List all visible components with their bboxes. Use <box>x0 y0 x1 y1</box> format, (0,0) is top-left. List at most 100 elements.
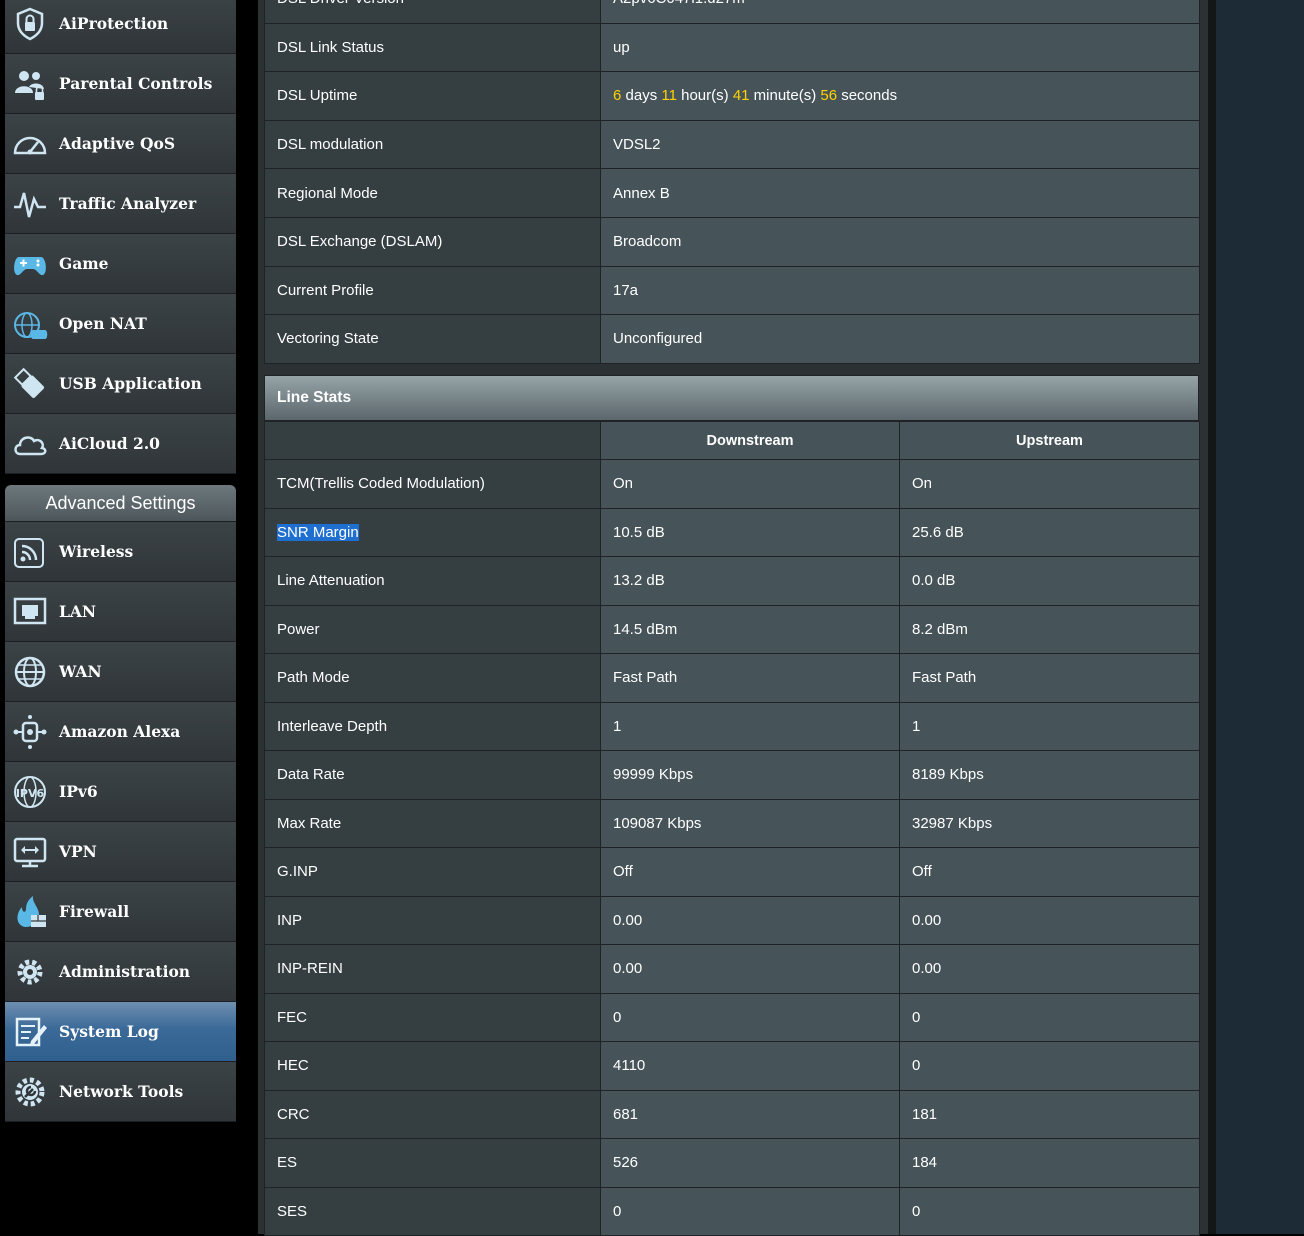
menu-item-wireless[interactable]: Wireless <box>5 522 236 582</box>
menu-label: USB Application <box>59 374 202 393</box>
upstream-value: Off <box>899 847 1200 897</box>
row-label: Vectoring State <box>264 314 601 364</box>
table-row: DSL Uptime 6 days 11 hour(s) 41 minute(s… <box>264 71 1200 121</box>
column-header-upstream: Upstream <box>899 421 1200 460</box>
menu-item-system-log[interactable]: System Log <box>5 1002 236 1062</box>
menu-item-adaptive-qos[interactable]: Adaptive QoS <box>5 114 236 174</box>
table-row: Max Rate 109087 Kbps 32987 Kbps <box>264 798 1200 848</box>
row-label: FEC <box>264 992 601 1042</box>
uptime-minutes-unit: minute(s) <box>753 87 817 105</box>
panel-border <box>1208 0 1216 1234</box>
alexa-icon <box>11 713 49 751</box>
menu-label: AiCloud 2.0 <box>59 434 160 453</box>
menu-label: VPN <box>59 842 97 861</box>
downstream-value: Off <box>600 847 900 897</box>
menu-label: Firewall <box>59 902 130 921</box>
log-icon <box>11 1013 49 1051</box>
tools-icon <box>11 1073 49 1111</box>
menu-label: Parental Controls <box>59 74 213 93</box>
usb-icon <box>11 365 49 403</box>
row-label: SNR Margin <box>277 523 359 541</box>
table-row: TCM(Trellis Coded Modulation) On On <box>264 459 1200 509</box>
row-label: DSL Driver Version <box>264 0 601 24</box>
line-stats-table: Downstream Upstream TCM(Trellis Coded Mo… <box>264 421 1200 1236</box>
menu-label: Game <box>59 254 109 273</box>
menu-label: Network Tools <box>59 1082 184 1101</box>
upstream-value: 1 <box>899 701 1200 751</box>
menu-label: Traffic Analyzer <box>59 194 197 213</box>
menu-item-administration[interactable]: Administration <box>5 942 236 1002</box>
firewall-icon <box>11 893 49 931</box>
upstream-value: 0.00 <box>899 895 1200 945</box>
gamepad-icon <box>11 245 49 283</box>
gear-icon <box>11 953 49 991</box>
table-row: Regional Mode Annex B <box>264 168 1200 218</box>
upstream-value: 181 <box>899 1089 1200 1139</box>
menu-label: Wireless <box>59 542 134 561</box>
row-label: INP-REIN <box>264 944 601 994</box>
downstream-value: 0 <box>600 992 900 1042</box>
menu-item-amazon-alexa[interactable]: Amazon Alexa <box>5 702 236 762</box>
menu-item-game[interactable]: Game <box>5 234 236 294</box>
menu-label: System Log <box>59 1022 159 1041</box>
row-label: ES <box>264 1138 601 1188</box>
row-value: Annex B <box>600 168 1200 218</box>
table-row: DSL Exchange (DSLAM) Broadcom <box>264 216 1200 267</box>
table-row: DSL modulation VDSL2 <box>264 119 1200 170</box>
menu-item-usb-application[interactable]: USB Application <box>5 354 236 414</box>
menu-label: LAN <box>59 602 97 621</box>
downstream-value: 99999 Kbps <box>600 750 900 800</box>
upstream-value: 8189 Kbps <box>899 750 1200 800</box>
downstream-value: 0.00 <box>600 895 900 945</box>
table-row: G.INP Off Off <box>264 847 1200 897</box>
uptime-days: 6 <box>613 87 622 105</box>
lan-icon <box>11 593 49 631</box>
table-row: DSL Driver VersionA2pv6C047i1.d27m <box>264 0 1200 24</box>
menu-item-ipv6[interactable]: IPV6 IPv6 <box>5 762 236 822</box>
table-row: HEC 4110 0 <box>264 1041 1200 1091</box>
menu-label: Amazon Alexa <box>59 722 181 741</box>
upstream-value: 0 <box>899 1186 1200 1236</box>
table-row: INP-REIN 0.00 0.00 <box>264 944 1200 994</box>
downstream-value: 1 <box>600 701 900 751</box>
row-label: HEC <box>264 1041 601 1091</box>
row-label: DSL Exchange (DSLAM) <box>264 216 601 267</box>
row-value: up <box>600 22 1200 73</box>
row-value: A2pv6C047i1.d27m <box>600 0 1200 24</box>
table-row: Power 14.5 dBm 8.2 dBm <box>264 604 1200 654</box>
row-label: Power <box>264 604 601 654</box>
table-row: Path Mode Fast Path Fast Path <box>264 653 1200 703</box>
upstream-value: 0 <box>899 992 1200 1042</box>
row-label: Line Attenuation <box>264 556 601 606</box>
menu-item-wan[interactable]: WAN <box>5 642 236 702</box>
menu-item-aiprotection[interactable]: AiProtection <box>5 0 236 54</box>
menu-item-lan[interactable]: LAN <box>5 582 236 642</box>
row-value: VDSL2 <box>600 119 1200 170</box>
menu-item-network-tools[interactable]: Network Tools <box>5 1062 236 1122</box>
table-row: Current Profile 17a <box>264 265 1200 316</box>
header-blank <box>264 421 601 460</box>
menu-label: Open NAT <box>59 314 147 333</box>
advanced-menu-group: Wireless LAN WAN Amazon Alexa IPV6 IPv6 <box>5 522 236 1122</box>
uptime-seconds: 56 <box>820 87 838 105</box>
row-label: Current Profile <box>264 265 601 316</box>
menu-item-aicloud[interactable]: AiCloud 2.0 <box>5 414 236 474</box>
upstream-value: 0.00 <box>899 944 1200 994</box>
upstream-value: 184 <box>899 1138 1200 1188</box>
menu-item-traffic-analyzer[interactable]: Traffic Analyzer <box>5 174 236 234</box>
row-label: Interleave Depth <box>264 701 601 751</box>
menu-item-open-nat[interactable]: Open NAT <box>5 294 236 354</box>
globe-gamepad-icon <box>11 305 49 343</box>
upstream-value: 32987 Kbps <box>899 798 1200 848</box>
downstream-value: Fast Path <box>600 653 900 703</box>
menu-item-vpn[interactable]: VPN <box>5 822 236 882</box>
menu-item-firewall[interactable]: Firewall <box>5 882 236 942</box>
uptime-minutes: 41 <box>732 87 750 105</box>
downstream-value: 10.5 dB <box>600 507 900 557</box>
row-value: 17a <box>600 265 1200 316</box>
menu-item-parental-controls[interactable]: Parental Controls <box>5 54 236 114</box>
traffic-chart-icon <box>11 185 49 223</box>
ipv6-icon: IPV6 <box>11 773 49 811</box>
table-row: FEC 0 0 <box>264 992 1200 1042</box>
right-background <box>1216 0 1304 1234</box>
